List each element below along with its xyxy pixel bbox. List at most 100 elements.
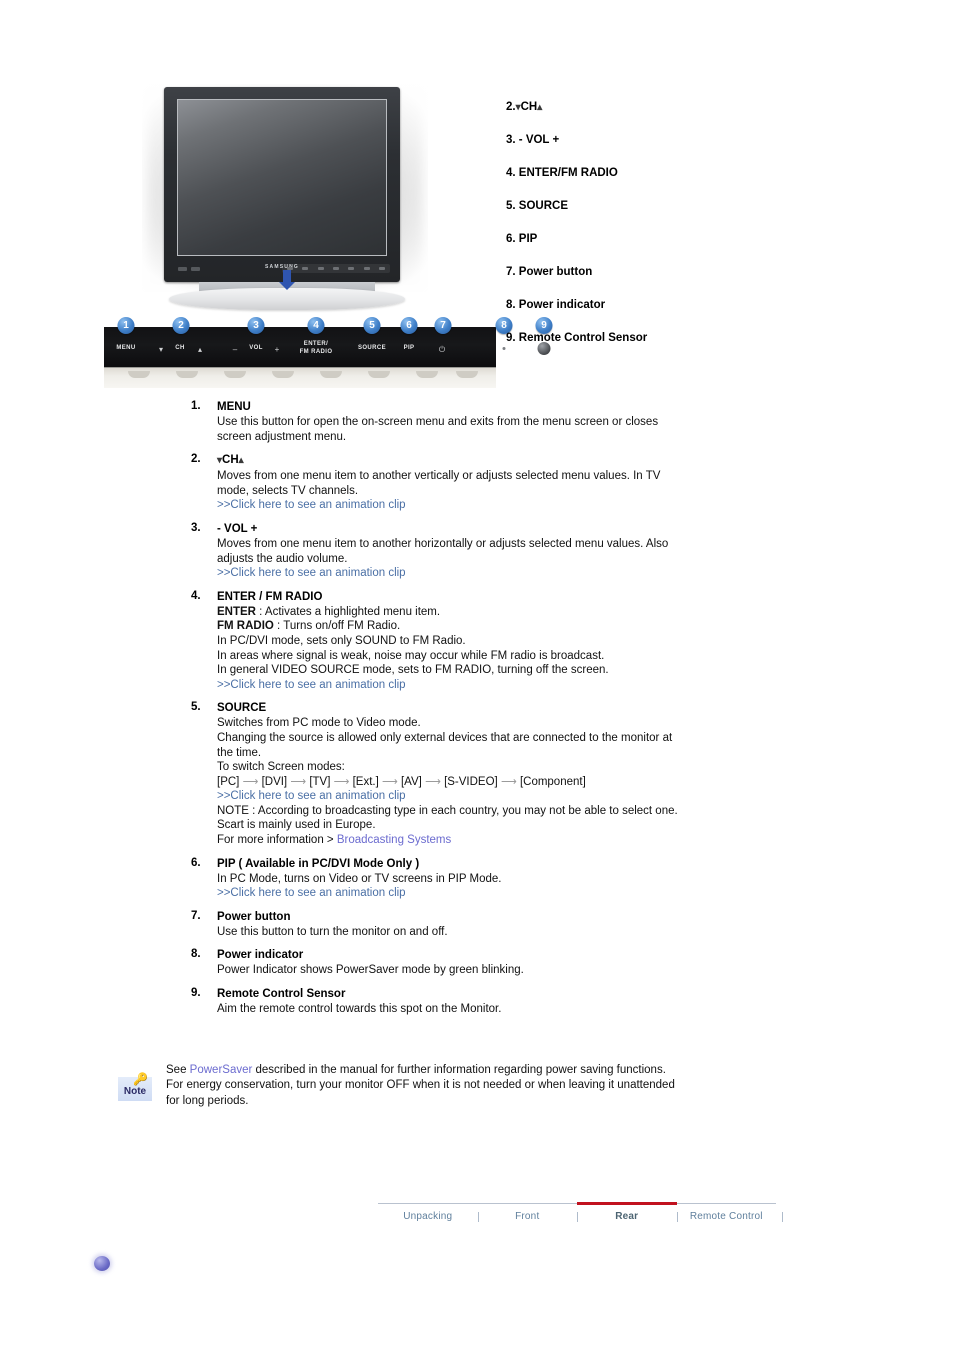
panel-label-vol: VOL [249, 345, 263, 351]
control-panel-strip: MENU ▾ CH ▴ – VOL + ENTER/ FM RADIO SOUR… [104, 317, 553, 388]
note-line2: For energy conservation, turn your monit… [166, 1079, 675, 1092]
index-item-8-label: Power indicator [518, 299, 606, 311]
index-item-3: 3. - VOL + [506, 133, 836, 166]
description-item-5-title: SOURCE [217, 702, 267, 715]
description-item-4-enter-line: ENTER : Activates a highlighted menu ite… [217, 605, 761, 620]
description-item-7-title: Power button [217, 910, 291, 923]
description-item-9-body: Aim the remote control towards this spot… [217, 1003, 502, 1016]
description-item-9: 9. Remote Control Sensor Aim the remote … [191, 987, 761, 1017]
nav-tab-unpacking[interactable]: Unpacking [378, 1204, 479, 1232]
animation-clip-link-2[interactable]: >>Click here to see an animation clip [217, 498, 761, 513]
description-item-2-line1: Moves from one menu item to another vert… [217, 470, 661, 483]
description-item-4-line5: In general VIDEO SOURCE mode, sets to FM… [217, 664, 609, 677]
note-text: See PowerSaver described in the manual f… [166, 1063, 816, 1109]
nav-tab-remote-control[interactable]: Remote Control [677, 1204, 783, 1232]
callout-badge-6: 6 [400, 317, 418, 334]
animation-clip-link-4[interactable]: >>Click here to see an animation clip [217, 678, 761, 693]
arrow-right-icon: ⟶ [290, 775, 307, 788]
index-item-6-number: 6. [506, 233, 516, 245]
arrow-right-icon: ⟶ [382, 775, 398, 788]
animation-clip-link-5[interactable]: >>Click here to see an animation clip [217, 789, 761, 804]
bezel-key-strip [282, 264, 390, 273]
plus-icon: + [274, 345, 280, 354]
nav-tab-rear-label: Rear [615, 1211, 639, 1222]
animation-clip-link-3[interactable]: >>Click here to see an animation clip [217, 566, 761, 581]
source-mode-dvi: [DVI] [261, 775, 288, 788]
callout-index-list: 2.▾CH▴ 3. - VOL + 4. ENTER/FM RADIO 5. S… [506, 100, 836, 364]
description-item-1-line1: Use this button for open the on-screen m… [217, 416, 659, 428]
index-item-3-label: - VOL + [518, 134, 560, 146]
note-line1: See PowerSaver described in the manual f… [166, 1063, 816, 1078]
nav-tab-rear[interactable]: Rear [577, 1202, 678, 1232]
description-item-4-line3: In PC/DVI mode, sets only SOUND to FM Ra… [217, 634, 466, 647]
index-item-5: 5. SOURCE [506, 199, 836, 232]
description-item-4-line4: In areas where signal is weak, noise may… [217, 649, 605, 662]
description-item-3-line2: adjusts the audio volume. [217, 552, 348, 565]
source-mode-av: [AV] [400, 775, 422, 788]
nav-tab-remote-control-label: Remote Control [689, 1211, 763, 1222]
panel-label-fm-radio: FM RADIO [299, 348, 333, 355]
index-item-6: 6. PIP [506, 232, 836, 265]
powersaver-link[interactable]: PowerSaver [190, 1064, 253, 1076]
panel-label-menu: MENU [116, 345, 136, 351]
note-line3: for long periods. [166, 1094, 249, 1107]
description-item-3-body: Moves from one menu item to another hori… [217, 537, 761, 581]
description-item-3-title: - VOL + [217, 522, 258, 535]
description-item-1-line2: screen adjustment menu. [217, 430, 347, 443]
monitor-front-view: SAMSUNG [136, 80, 434, 310]
index-item-2-number: 2. [506, 101, 516, 113]
chevron-down-icon: ▾ [158, 345, 164, 354]
index-item-9-label: Remote Control Sensor [518, 332, 648, 344]
broadcasting-systems-link[interactable]: Broadcasting Systems [337, 834, 451, 846]
enter-label: ENTER [217, 605, 256, 618]
more-info-prefix: For more information > [217, 834, 337, 847]
description-item-9-number: 9. [191, 987, 201, 1000]
page-bullet-icon[interactable] [94, 1256, 110, 1271]
index-item-8-number: 8. [506, 299, 516, 311]
description-item-6-line1: In PC Mode, turns on Video or TV screens… [217, 872, 502, 885]
description-item-4-fm-line: FM RADIO : Turns on/off FM Radio. [217, 619, 761, 634]
nav-tab-front[interactable]: Front [478, 1204, 578, 1232]
index-item-7-number: 7. [506, 266, 516, 278]
control-panel-base [104, 367, 496, 388]
description-item-8-body: Power Indicator shows PowerSaver mode by… [217, 964, 524, 977]
description-item-9-title: Remote Control Sensor [217, 988, 346, 1001]
monitor-stand-base [169, 288, 405, 310]
callout-badge-1: 1 [117, 317, 135, 334]
description-item-5-note2: Scart is mainly used in Europe. [217, 819, 376, 832]
panel-label-enter: ENTER/ [303, 341, 329, 347]
description-item-6: 6. PIP ( Available in PC/DVI Mode Only )… [191, 857, 761, 901]
arrow-right-icon: ⟶ [425, 775, 441, 788]
chevron-up-icon: ▴ [197, 345, 203, 354]
index-item-2: 2.▾CH▴ [506, 100, 836, 133]
index-item-6-label: PIP [518, 233, 538, 245]
description-item-3-line1: Moves from one menu item to another hori… [217, 537, 669, 550]
index-item-5-number: 5. [506, 200, 516, 212]
description-item-4-title: ENTER / FM RADIO [217, 590, 323, 603]
description-item-6-title: PIP ( Available in PC/DVI Mode Only ) [217, 857, 420, 870]
bezel-indicator-lights [178, 267, 200, 271]
description-item-5: 5. SOURCE Switches from PC mode to Video… [191, 701, 761, 847]
description-item-2-number: 2. [191, 453, 201, 466]
index-item-9: 9. Remote Control Sensor [506, 331, 836, 364]
nav-tab-unpacking-label: Unpacking [403, 1211, 453, 1222]
index-item-7: 7. Power button [506, 265, 836, 298]
description-item-3: 3. - VOL + Moves from one menu item to a… [191, 522, 761, 581]
description-item-8-number: 8. [191, 948, 201, 961]
animation-clip-link-6[interactable]: >>Click here to see an animation clip [217, 886, 761, 901]
monitor-illustration: SAMSUNG MENU ▾ CH ▴ – VOL + ENTER/ FM RA… [104, 80, 553, 388]
arrow-right-icon: ⟶ [500, 775, 517, 788]
index-item-4: 4. ENTER/FM RADIO [506, 166, 836, 199]
arrow-right-icon: ⟶ [242, 775, 259, 788]
source-mode-component: [Component] [519, 775, 586, 788]
description-item-5-line4: To switch Screen modes: [217, 761, 345, 774]
callout-badge-5: 5 [363, 317, 381, 334]
description-item-3-number: 3. [191, 521, 201, 534]
source-mode-chain: [PC] ⟶ [DVI] ⟶ [TV] ⟶ [Ext.] ⟶ [AV] ⟶ [S… [217, 775, 761, 790]
description-item-5-more-info: For more information > Broadcasting Syst… [217, 833, 761, 848]
enter-text: : Activates a highlighted menu item. [255, 605, 441, 618]
description-item-2-title-text: CH [222, 454, 239, 467]
panel-label-source: SOURCE [357, 345, 387, 351]
description-item-1-title: MENU [217, 401, 251, 413]
chevron-up-icon: ▴ [238, 455, 244, 467]
